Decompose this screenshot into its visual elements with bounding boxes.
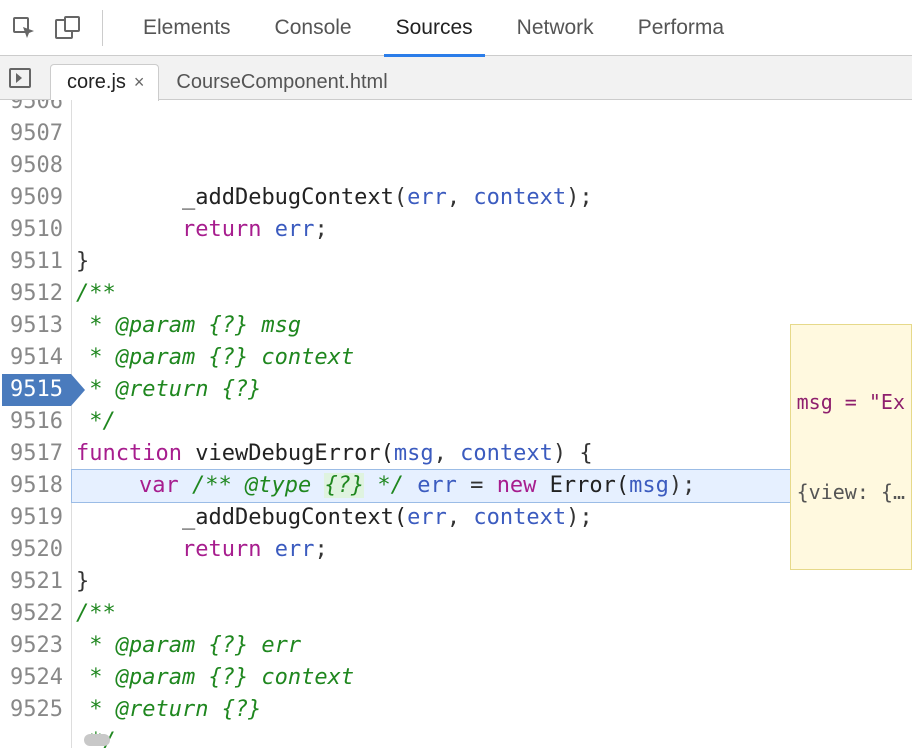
file-tab-label: CourseComponent.html — [176, 71, 387, 94]
line-number[interactable]: 9508 — [2, 150, 63, 182]
panel-tabs: Elements Console Sources Network Perform… — [121, 0, 746, 56]
tab-label: Network — [517, 16, 594, 40]
code-line[interactable]: * @param {?} err — [76, 630, 912, 662]
line-number[interactable]: 9522 — [2, 598, 63, 630]
line-number[interactable]: 9510 — [2, 214, 63, 246]
code-line[interactable]: var /** @type {?} */ err = new Error(msg… — [72, 470, 912, 502]
sources-subbar: core.js × CourseComponent.html — [0, 56, 912, 100]
code-line[interactable]: */ — [76, 726, 912, 748]
line-number[interactable]: 9507 — [2, 118, 63, 150]
line-number[interactable]: 9524 — [2, 662, 63, 694]
line-number[interactable]: 9520 — [2, 534, 63, 566]
tab-label: Console — [275, 16, 352, 40]
tab-label: Elements — [143, 16, 231, 40]
line-gutter[interactable]: 9506950795089509951095119512951395149515… — [0, 100, 72, 748]
line-number[interactable]: 9512 — [2, 278, 63, 310]
horizontal-scroll-thumb[interactable] — [84, 734, 110, 746]
line-number[interactable]: 9506 — [2, 100, 63, 118]
tab-performance[interactable]: Performa — [616, 0, 746, 56]
code-line[interactable]: * @param {?} msg — [76, 310, 912, 342]
line-number[interactable]: 9515 — [2, 374, 71, 406]
code-line[interactable]: /** — [76, 598, 912, 630]
line-number[interactable]: 9513 — [2, 310, 63, 342]
code-line[interactable]: } — [76, 566, 912, 598]
code-line[interactable]: return err; — [76, 214, 912, 246]
separator — [102, 10, 103, 46]
line-number[interactable]: 9514 — [2, 342, 63, 374]
side-panel-toggle-icon[interactable] — [6, 64, 34, 92]
file-tab-coursecomponent[interactable]: CourseComponent.html — [159, 64, 402, 101]
code-line[interactable]: * @return {?} — [76, 694, 912, 726]
inline-value-overlay: msg = "Ex {view: {… — [790, 324, 912, 570]
line-number[interactable]: 9511 — [2, 246, 63, 278]
code-line[interactable]: function viewDebugError(msg, context) { — [76, 438, 912, 470]
code-line[interactable]: return err; — [76, 534, 912, 566]
tab-label: Performa — [638, 16, 724, 40]
overlay-line: msg = "Ex — [797, 390, 905, 414]
code-line[interactable]: } — [76, 246, 912, 278]
code-line[interactable]: /** — [76, 278, 912, 310]
code-line[interactable]: _addDebugContext(err, context); — [76, 502, 912, 534]
file-tab-label: core.js — [67, 71, 126, 94]
line-number[interactable]: 9509 — [2, 182, 63, 214]
line-number[interactable]: 9516 — [2, 406, 63, 438]
line-number[interactable]: 9525 — [2, 694, 63, 726]
line-number[interactable]: 9523 — [2, 630, 63, 662]
file-tab-core-js[interactable]: core.js × — [50, 64, 159, 101]
device-toggle-icon[interactable] — [52, 12, 84, 44]
source-editor[interactable]: 9506950795089509951095119512951395149515… — [0, 100, 912, 748]
tab-console[interactable]: Console — [253, 0, 374, 56]
code-line[interactable]: */ — [76, 406, 912, 438]
tab-label: Sources — [396, 16, 473, 40]
close-icon[interactable]: × — [134, 72, 145, 93]
line-number[interactable]: 9517 — [2, 438, 63, 470]
line-number[interactable]: 9521 — [2, 566, 63, 598]
inspect-icon[interactable] — [8, 12, 40, 44]
tab-sources[interactable]: Sources — [374, 0, 495, 56]
code-line[interactable]: * @param {?} context — [76, 662, 912, 694]
line-number[interactable]: 9519 — [2, 502, 63, 534]
code-line[interactable]: * @param {?} context — [76, 342, 912, 374]
tab-network[interactable]: Network — [495, 0, 616, 56]
devtools-toolbar: Elements Console Sources Network Perform… — [0, 0, 912, 56]
code-area[interactable]: msg = "Ex {view: {… _addDebugContext(err… — [72, 100, 912, 748]
tab-elements[interactable]: Elements — [121, 0, 253, 56]
file-tabs: core.js × CourseComponent.html — [50, 56, 403, 100]
code-line[interactable]: * @return {?} — [76, 374, 912, 406]
overlay-line: {view: {… — [797, 480, 905, 504]
line-number[interactable]: 9518 — [2, 470, 63, 502]
code-line[interactable]: _addDebugContext(err, context); — [76, 182, 912, 214]
